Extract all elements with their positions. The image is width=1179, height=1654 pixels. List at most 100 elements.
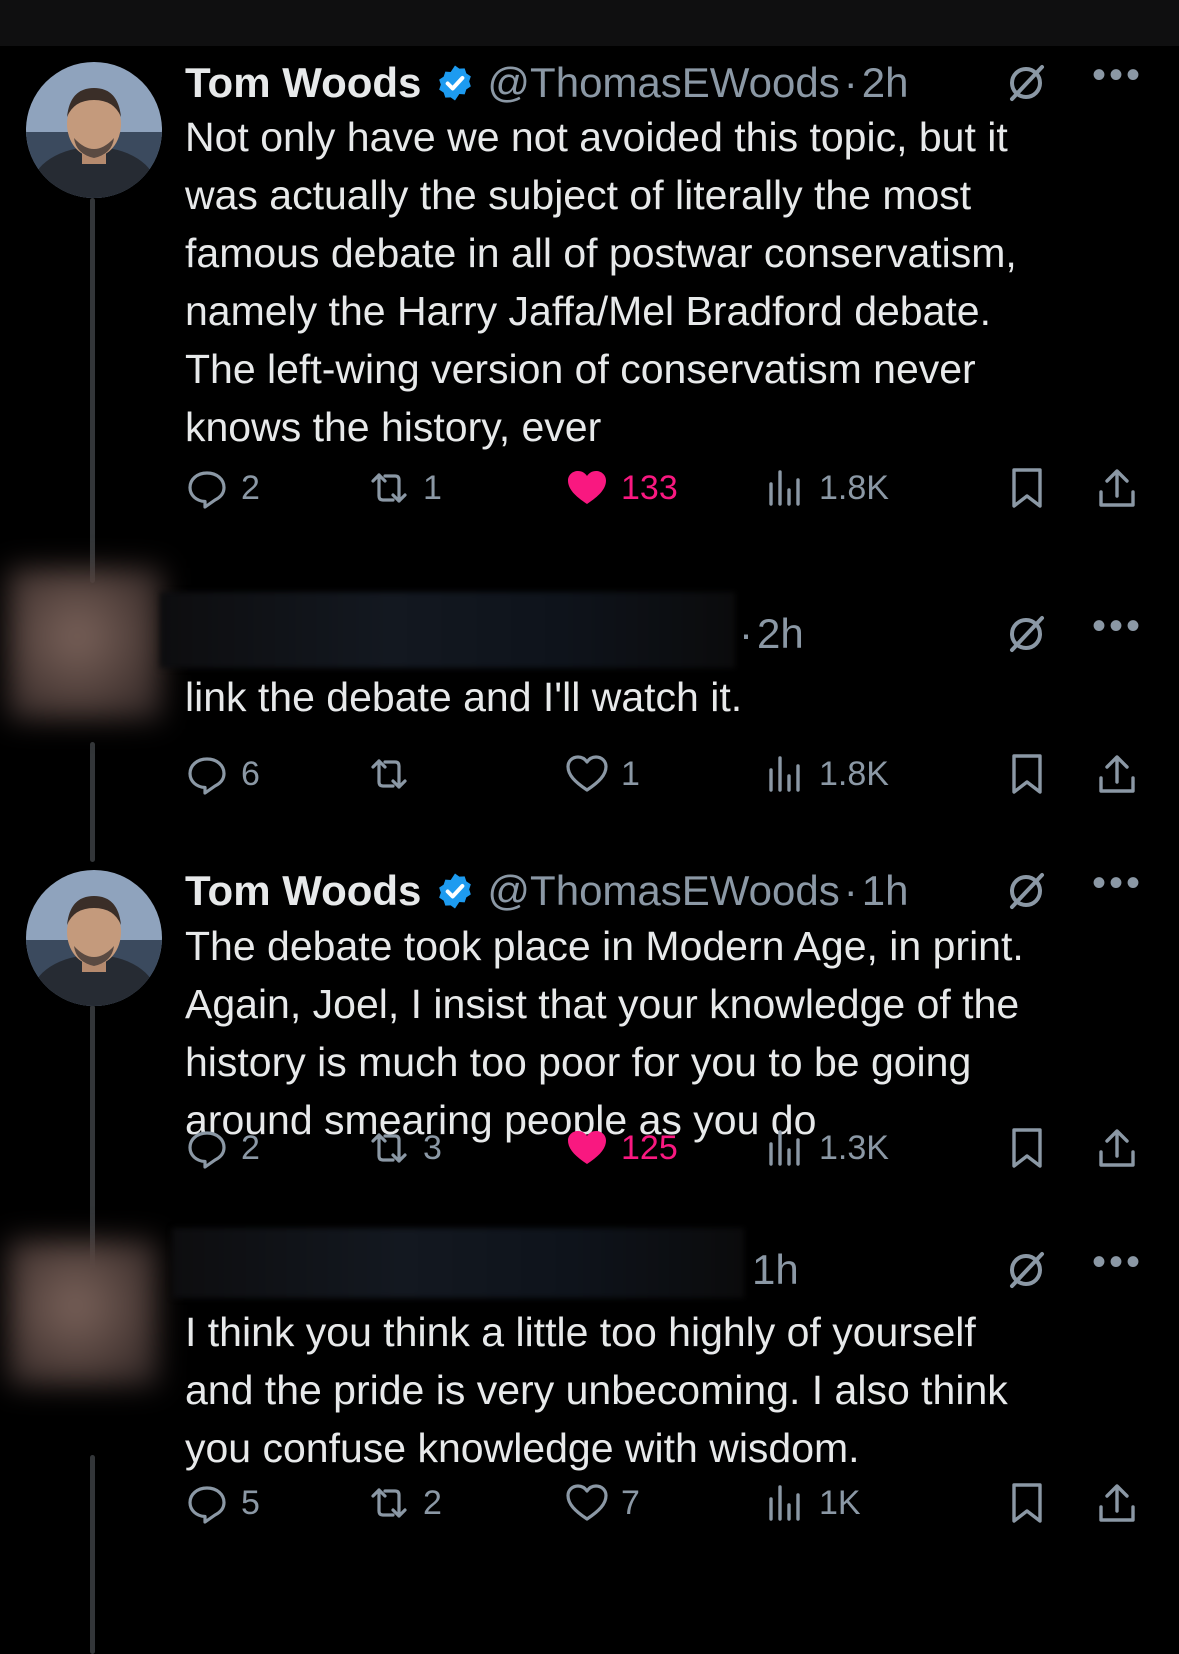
retweet-icon bbox=[371, 1488, 407, 1518]
tweet-text: I think you think a little too highly of… bbox=[185, 1309, 1008, 1471]
author-handle[interactable]: @ThomasEWoods bbox=[487, 59, 839, 107]
like-count: 133 bbox=[621, 468, 678, 507]
action-bar: 5 2 7 1K bbox=[185, 1478, 1145, 1528]
share-button[interactable] bbox=[1095, 463, 1151, 513]
retweet-count: 1 bbox=[423, 468, 442, 507]
retweet-button[interactable] bbox=[367, 749, 423, 799]
verified-badge-icon bbox=[439, 65, 472, 101]
retweet-count: 3 bbox=[423, 1128, 442, 1167]
like-count: 125 bbox=[621, 1128, 678, 1167]
reply-count: 2 bbox=[241, 1128, 260, 1167]
avatar[interactable] bbox=[26, 62, 162, 198]
timestamp[interactable]: 2h bbox=[862, 59, 909, 107]
reply-count: 5 bbox=[241, 1483, 260, 1522]
retweet-icon bbox=[371, 759, 407, 789]
action-bar: 2 3 125 1.3K bbox=[185, 1123, 1145, 1173]
share-button[interactable] bbox=[1095, 1478, 1151, 1528]
heart-icon bbox=[568, 471, 606, 504]
redacted-name bbox=[172, 1228, 744, 1298]
more-icon[interactable]: ••• bbox=[1092, 55, 1143, 95]
views-button[interactable]: 1.3K bbox=[763, 1123, 889, 1173]
tweet[interactable]: 1h ••• I think you think a little too hi… bbox=[0, 1220, 1179, 1654]
separator-dot: · bbox=[739, 610, 753, 657]
reply-count: 2 bbox=[241, 468, 260, 507]
reply-icon bbox=[188, 471, 226, 509]
retweet-button[interactable]: 1 bbox=[367, 463, 442, 513]
views-icon bbox=[769, 756, 800, 792]
like-button[interactable]: 133 bbox=[565, 463, 678, 513]
tweet-menu: ••• bbox=[1004, 1242, 1143, 1296]
share-icon bbox=[1099, 755, 1135, 793]
bookmark-icon bbox=[1012, 468, 1042, 508]
action-bar: 6 1 1.8K bbox=[185, 749, 1145, 799]
bookmark-button[interactable] bbox=[1005, 749, 1061, 799]
retweet-count: 2 bbox=[423, 1483, 442, 1522]
views-icon bbox=[769, 1485, 800, 1521]
share-icon bbox=[1099, 1484, 1135, 1522]
views-button[interactable]: 1.8K bbox=[763, 463, 889, 513]
reply-icon bbox=[188, 1486, 226, 1524]
timestamp[interactable]: 2h bbox=[757, 610, 804, 658]
redacted-name bbox=[160, 592, 735, 668]
grok-icon[interactable] bbox=[1004, 612, 1048, 656]
tweet-header: 1h bbox=[752, 1244, 799, 1296]
tweet-header: Tom Woods @ThomasEWoods · 2h bbox=[185, 57, 908, 109]
retweet-button[interactable]: 3 bbox=[367, 1123, 442, 1173]
tweet[interactable]: · 2h ••• link the debate and I'll watch … bbox=[0, 560, 1179, 820]
author-name[interactable]: Tom Woods bbox=[185, 59, 421, 107]
like-button[interactable]: 1 bbox=[565, 749, 640, 799]
views-icon bbox=[769, 470, 800, 506]
like-button[interactable]: 125 bbox=[565, 1123, 678, 1173]
action-bar: 2 1 133 1.8K bbox=[185, 463, 1145, 513]
reply-button[interactable]: 2 bbox=[185, 1123, 260, 1173]
heart-icon bbox=[568, 1131, 606, 1164]
view-count: 1.3K bbox=[819, 1128, 889, 1167]
view-count: 1.8K bbox=[819, 468, 889, 507]
heart-icon bbox=[566, 1484, 608, 1521]
tweet-text: Not only have we not avoided this topic,… bbox=[185, 114, 1017, 450]
heart-icon bbox=[566, 755, 608, 792]
bookmark-icon bbox=[1012, 1483, 1042, 1523]
reply-button[interactable]: 5 bbox=[185, 1478, 260, 1528]
like-button[interactable]: 7 bbox=[565, 1478, 640, 1528]
views-button[interactable]: 1.8K bbox=[763, 749, 889, 799]
bookmark-icon bbox=[1012, 754, 1042, 794]
reply-button[interactable]: 2 bbox=[185, 463, 260, 513]
avatar[interactable] bbox=[26, 870, 162, 1006]
like-count: 7 bbox=[621, 1483, 640, 1522]
bookmark-button[interactable] bbox=[1005, 1478, 1061, 1528]
bookmark-button[interactable] bbox=[1005, 1123, 1061, 1173]
like-count: 1 bbox=[621, 754, 640, 793]
timestamp[interactable]: 1h bbox=[752, 1246, 799, 1294]
tweet[interactable]: Tom Woods @ThomasEWoods · 1h ••• The deb… bbox=[0, 820, 1179, 1220]
bookmark-button[interactable] bbox=[1005, 463, 1061, 513]
tweet-text: The debate took place in Modern Age, in … bbox=[185, 923, 1024, 1143]
retweet-icon bbox=[371, 1133, 407, 1163]
reply-icon bbox=[188, 1131, 226, 1169]
reply-icon bbox=[188, 757, 226, 795]
more-icon[interactable]: ••• bbox=[1092, 1242, 1143, 1282]
separator-dot: · bbox=[843, 59, 858, 106]
retweet-button[interactable]: 2 bbox=[367, 1478, 442, 1528]
view-count: 1K bbox=[819, 1483, 861, 1522]
share-button[interactable] bbox=[1095, 749, 1151, 799]
share-icon bbox=[1099, 469, 1135, 507]
bookmark-icon bbox=[1012, 1128, 1042, 1168]
reply-button[interactable]: 6 bbox=[185, 749, 260, 799]
tweet-menu: ••• bbox=[1004, 606, 1143, 660]
more-icon[interactable]: ••• bbox=[1092, 606, 1143, 646]
views-button[interactable]: 1K bbox=[763, 1478, 861, 1528]
share-icon bbox=[1099, 1129, 1135, 1167]
tweet-menu: ••• bbox=[1004, 55, 1143, 109]
share-button[interactable] bbox=[1095, 1123, 1151, 1173]
tweet-text: link the debate and I'll watch it. bbox=[185, 674, 743, 720]
tweet[interactable]: Tom Woods @ThomasEWoods · 2h ••• Not onl… bbox=[0, 0, 1179, 560]
reply-count: 6 bbox=[241, 754, 260, 793]
grok-icon[interactable] bbox=[1004, 1248, 1048, 1292]
grok-icon[interactable] bbox=[1004, 61, 1048, 105]
view-count: 1.8K bbox=[819, 754, 889, 793]
avatar[interactable] bbox=[8, 568, 162, 720]
retweet-icon bbox=[371, 473, 407, 503]
views-icon bbox=[769, 1130, 800, 1166]
avatar[interactable] bbox=[8, 1240, 158, 1386]
